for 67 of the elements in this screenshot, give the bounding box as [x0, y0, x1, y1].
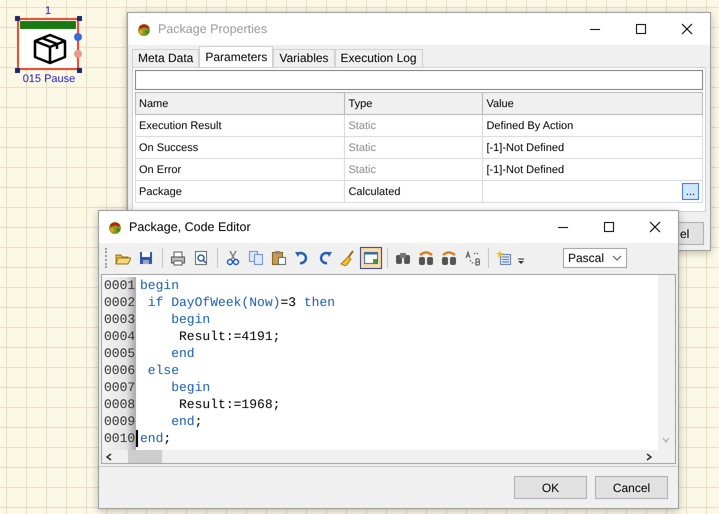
code-line: end [170, 345, 195, 362]
node-label: 015 Pause [22, 73, 76, 85]
line-number: 0007 [102, 379, 136, 396]
node-number: 1 [44, 5, 52, 17]
selection-handle[interactable] [15, 68, 20, 73]
selection-handle[interactable] [77, 68, 82, 73]
line-number: 0010 [102, 430, 136, 447]
dialog-button[interactable]: OK [514, 476, 587, 499]
code-line: else [146, 362, 180, 379]
table-cell: On Error [136, 158, 345, 180]
scrollbar-thumb[interactable] [128, 450, 162, 463]
column-header[interactable]: Value [482, 92, 702, 114]
tab[interactable]: Variables [273, 49, 335, 67]
tab[interactable]: Execution Log [334, 49, 423, 67]
filter-field[interactable] [135, 70, 703, 90]
code-line: begin [170, 379, 210, 396]
window-title: Package, Code Editor [129, 220, 252, 234]
table-cell: [-1]-Not Defined [482, 136, 702, 158]
line-number: 0002 [102, 294, 136, 311]
ellipsis-button[interactable]: ... [682, 183, 699, 200]
line-number: 0003 [102, 311, 136, 328]
line-number: 0004 [102, 328, 136, 345]
table-cell: Static [344, 158, 483, 180]
table-cell: Static [344, 136, 483, 158]
window-title: Package Properties [158, 22, 268, 36]
status-bar [20, 21, 76, 29]
selection-handle[interactable] [15, 16, 20, 21]
chevron-icon [612, 255, 622, 261]
node-box[interactable] [17, 18, 79, 70]
line-number: 0005 [102, 345, 136, 362]
tab[interactable]: Parameters [199, 46, 274, 67]
close-icon[interactable] [681, 23, 693, 35]
window-icon[interactable] [360, 247, 382, 269]
dialog-button[interactable]: Cancel [595, 476, 668, 499]
table-cell: Defined By Action [482, 114, 702, 136]
table-cell: Calculated [344, 180, 483, 202]
close-icon[interactable] [649, 221, 661, 233]
code-line: begin [170, 311, 210, 328]
maximize-icon[interactable] [603, 221, 615, 233]
port-dot [74, 33, 82, 41]
line-number: 0001 [102, 277, 136, 294]
line-number: 0009 [102, 413, 136, 430]
tab[interactable]: Meta Data [132, 49, 200, 67]
vertical-scrollbar[interactable] [658, 275, 675, 463]
cube-icon [33, 33, 67, 65]
column-header[interactable]: Name [136, 92, 345, 114]
horizontal-scrollbar[interactable] [102, 450, 658, 463]
selection-handle[interactable] [77, 16, 82, 21]
line-number: 0006 [102, 362, 136, 379]
maximize-icon[interactable] [635, 23, 647, 35]
line-number: 0008 [102, 396, 136, 413]
table-cell: Static [344, 114, 483, 136]
table-cell: Package [136, 180, 345, 202]
table-cell: On Success [136, 136, 345, 158]
table-cell: Execution Result [136, 114, 345, 136]
column-header[interactable]: Type [344, 92, 483, 114]
app-icon [136, 21, 152, 37]
app-icon [107, 219, 123, 235]
table-cell: [-1]-Not Defined [482, 158, 702, 180]
code-line: Result:=4191; [178, 328, 280, 345]
code-line: if DayOfWeek(Now)=3 then [146, 294, 336, 311]
code-area[interactable]: 0001 begin 0002 if DayOfWeek(Now)=3 then 0003 begin 0004 Result:=4191; 0005 end 0006 else 0007 begin 0008 Result:=1968; 0009 end; 0010 end; [101, 274, 676, 464]
code-line: Result:=1968; [178, 396, 280, 413]
code-line: end; [170, 413, 202, 430]
language-dropdown[interactable]: Pascal [563, 248, 627, 268]
port-dot [74, 50, 82, 58]
code-line: begin [139, 277, 180, 294]
